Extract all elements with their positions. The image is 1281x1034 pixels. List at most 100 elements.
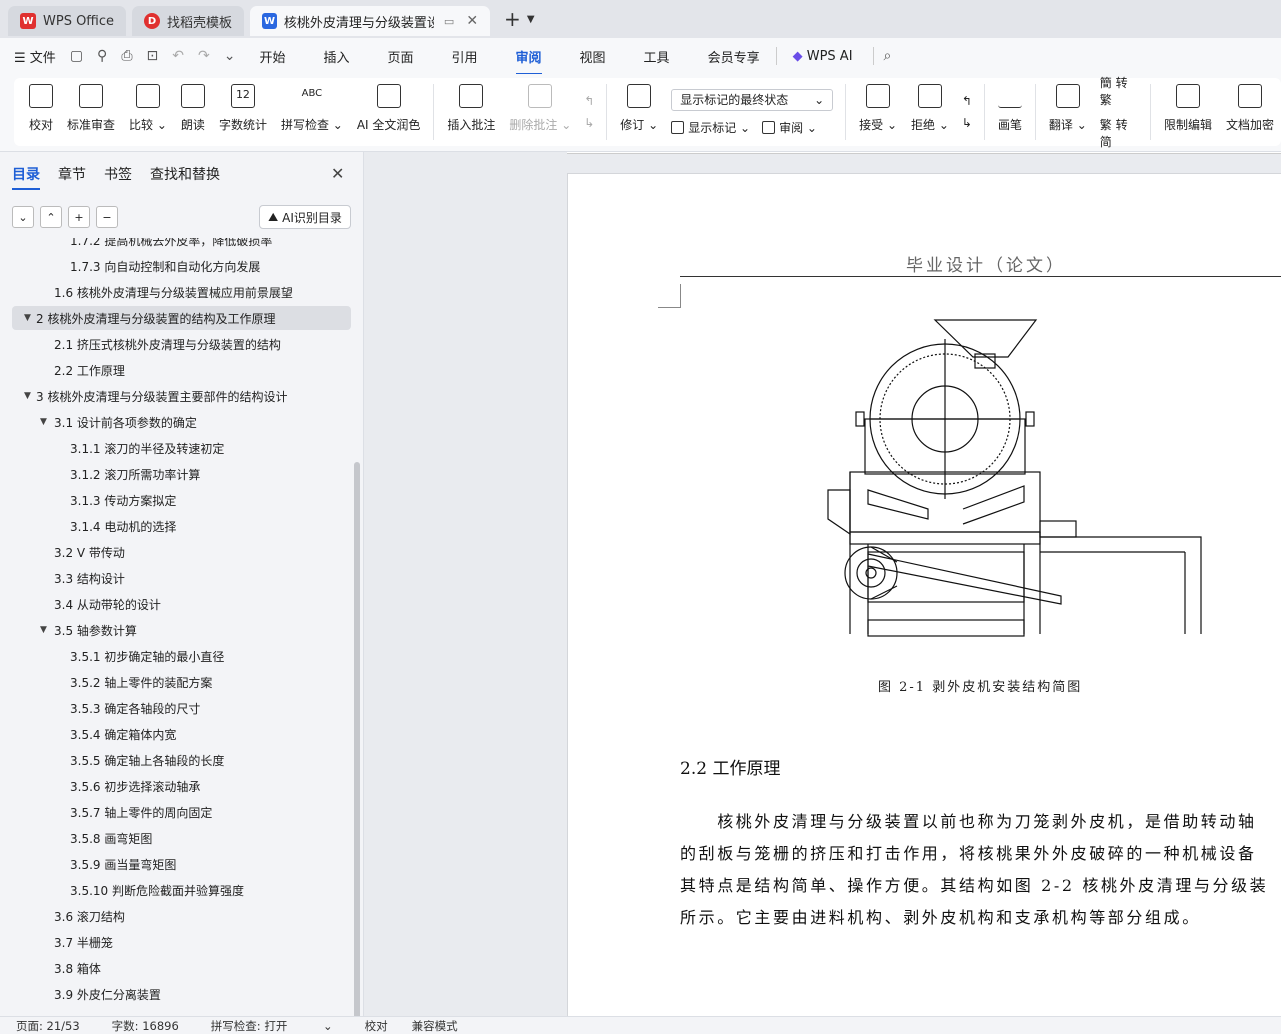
spell-check-status[interactable]: 拼写检查: 打开 ⌄ bbox=[211, 1018, 333, 1034]
tab-document[interactable]: W 核桃外皮清理与分级装置设计 ▭ ✕ bbox=[250, 6, 491, 36]
search-icon[interactable]: ⌕ bbox=[884, 48, 892, 64]
print-preview-icon[interactable]: ⊡ bbox=[147, 48, 159, 64]
toc-item[interactable]: 3.5.10 判断危险截面并验算强度 bbox=[12, 878, 351, 902]
compare-button[interactable]: 比较 ⌄ bbox=[122, 78, 174, 146]
menu-page[interactable]: 页面 bbox=[387, 47, 413, 66]
toc-item[interactable]: 3.1.3 传动方案拟定 bbox=[12, 488, 351, 512]
track-changes-button[interactable]: 修订 ⌄ bbox=[613, 78, 665, 146]
menu-member[interactable]: 会员专享 bbox=[708, 47, 760, 66]
toc-item[interactable]: 3.1.4 电动机的选择 bbox=[12, 514, 351, 538]
translate-button[interactable]: 翻译 ⌄ bbox=[1042, 78, 1094, 146]
menu-insert[interactable]: 插入 bbox=[323, 47, 349, 66]
toc-item[interactable]: 3.1.1 滚刀的半径及转速初定 bbox=[12, 436, 351, 460]
toc-item[interactable]: 3.5.4 确定箱体内宽 bbox=[12, 722, 351, 746]
menu-review[interactable]: 审阅 bbox=[515, 47, 542, 75]
standard-review-button[interactable]: 标准审查 bbox=[60, 78, 122, 146]
toc-item[interactable]: 3.1.2 滚刀所需功率计算 bbox=[12, 462, 351, 486]
tab-find-replace[interactable]: 查找和替换 bbox=[150, 164, 220, 190]
monitor-icon[interactable]: ▭ bbox=[444, 15, 454, 28]
new-tab-icon[interactable]: + bbox=[504, 7, 521, 31]
toc-item[interactable]: 3.4 从动带轮的设计 bbox=[12, 592, 351, 616]
toc-item[interactable]: ▼ 3.1 设计前各项参数的确定 bbox=[12, 410, 351, 434]
share-icon[interactable]: ⚲ bbox=[97, 48, 107, 64]
close-panel-icon[interactable]: ✕ bbox=[331, 164, 344, 183]
undo-icon[interactable]: ↶ bbox=[172, 48, 184, 64]
menu-tools[interactable]: 工具 bbox=[644, 47, 670, 66]
accept-button[interactable]: 接受 ⌄ bbox=[852, 78, 904, 146]
toc-item[interactable]: 3.5.3 确定各轴段的尺寸 bbox=[12, 696, 351, 720]
toc-scrollbar[interactable] bbox=[354, 462, 360, 1034]
toc-item[interactable]: 1.7.2 提高机械去外皮率，降低破损率 bbox=[12, 238, 351, 252]
menu-wps-ai[interactable]: ◆ WPS AI bbox=[793, 49, 853, 64]
to-traditional-button[interactable]: 簡 转繁 bbox=[1100, 74, 1138, 108]
menu-reference[interactable]: 引用 bbox=[452, 47, 478, 66]
expand-arrow-icon[interactable]: ▼ bbox=[40, 625, 47, 635]
previous-change-icon[interactable]: ↰ bbox=[962, 94, 972, 108]
toc-item[interactable]: 3.3 结构设计 bbox=[12, 566, 351, 590]
quick-access-more-icon[interactable]: ⌄ bbox=[224, 48, 236, 64]
word-count-button[interactable]: 12 字数统计 bbox=[212, 78, 274, 146]
tab-template[interactable]: D 找稻壳模板 bbox=[132, 6, 245, 36]
toc-item[interactable]: 1.6 核桃外皮清理与分级装置械应用前景展望 bbox=[12, 280, 351, 304]
toc-item[interactable]: ▼ 2 核桃外皮清理与分级装置的结构及工作原理 bbox=[12, 306, 351, 330]
show-markup-button[interactable]: 显示标记 ⌄ bbox=[671, 119, 750, 136]
toc-item[interactable]: 3.5.9 画当量弯矩图 bbox=[12, 852, 351, 876]
toc-item[interactable]: 3.2 V 带传动 bbox=[12, 540, 351, 564]
add-heading-icon[interactable]: + bbox=[68, 206, 90, 228]
proofread-status[interactable]: 校对 bbox=[365, 1018, 388, 1034]
tab-chapters[interactable]: 章节 bbox=[58, 164, 86, 190]
next-comment-icon[interactable]: ↳ bbox=[584, 116, 594, 130]
tab-bookmarks[interactable]: 书签 bbox=[104, 164, 132, 190]
menu-view[interactable]: 视图 bbox=[580, 47, 606, 66]
document-page[interactable]: 毕业设计（论文） 图 2-1 剥外皮机安装结构简图 2.2 工作原理 核桃外皮清… bbox=[567, 173, 1281, 1016]
restrict-edit-button[interactable]: 限制编辑 bbox=[1157, 78, 1219, 146]
word-count[interactable]: 字数: 16896 bbox=[112, 1018, 179, 1034]
expand-arrow-icon[interactable]: ▼ bbox=[24, 313, 31, 323]
insert-comment-button[interactable]: 插入批注 bbox=[440, 78, 502, 146]
toc-item[interactable]: 2.2 工作原理 bbox=[12, 358, 351, 382]
redo-icon[interactable]: ↷ bbox=[198, 48, 210, 64]
toc-item[interactable]: ▼ 3.5 轴参数计算 bbox=[12, 618, 351, 642]
pen-button[interactable]: 画笔 bbox=[991, 78, 1029, 146]
toc-item[interactable]: 3.5.8 画弯矩图 bbox=[12, 826, 351, 850]
toc-item[interactable]: 3.8 箱体 bbox=[12, 956, 351, 980]
spell-check-button[interactable]: ABC 拼写检查 ⌄ bbox=[274, 78, 350, 146]
toc-item[interactable]: 3.5.1 初步确定轴的最小直径 bbox=[12, 644, 351, 668]
print-icon[interactable]: ⎙ bbox=[121, 48, 132, 64]
toc-item[interactable]: 3.9 外皮仁分离装置 bbox=[12, 982, 351, 1006]
delete-comment-button[interactable]: 删除批注 ⌄ bbox=[502, 78, 578, 146]
toc-item[interactable]: 1.7.3 向自动控制和自动化方向发展 bbox=[12, 254, 351, 278]
tab-wps-office[interactable]: W WPS Office bbox=[8, 6, 127, 36]
tab-toc[interactable]: 目录 bbox=[12, 164, 40, 190]
reject-button[interactable]: 拒绝 ⌄ bbox=[904, 78, 956, 146]
ai-toc-button[interactable]: ⛰ AI识别目录 bbox=[259, 205, 351, 229]
save-icon[interactable]: ▢ bbox=[70, 48, 83, 64]
chevron-down-icon[interactable]: ▼ bbox=[527, 14, 535, 25]
toc-item[interactable]: 3.5.6 初步选择滚动轴承 bbox=[12, 774, 351, 798]
file-menu[interactable]: ☰ 文件 bbox=[14, 47, 56, 66]
previous-comment-icon[interactable]: ↰ bbox=[584, 94, 594, 108]
ai-polish-button[interactable]: AI 全文润色 bbox=[350, 78, 428, 146]
toc-item[interactable]: 2.1 挤压式核桃外皮清理与分级装置的结构 bbox=[12, 332, 351, 356]
toc-item[interactable]: 3.5.7 轴上零件的周向固定 bbox=[12, 800, 351, 824]
to-simplified-button[interactable]: 繁 转简 bbox=[1100, 116, 1138, 150]
proofread-button[interactable]: 校对 bbox=[22, 78, 60, 146]
expand-arrow-icon[interactable]: ▼ bbox=[24, 391, 31, 401]
markup-state-select[interactable]: 显示标记的最终状态 ⌄ bbox=[671, 88, 834, 111]
expand-icon[interactable]: ⌃ bbox=[40, 206, 62, 228]
read-aloud-button[interactable]: 朗读 bbox=[174, 78, 212, 146]
doc-encrypt-button[interactable]: 文档加密 bbox=[1219, 78, 1281, 146]
review-pane-button[interactable]: 审阅 ⌄ bbox=[762, 119, 817, 136]
toc-item[interactable]: ▼ 3 核桃外皮清理与分级装置主要部件的结构设计 bbox=[12, 384, 351, 408]
expand-arrow-icon[interactable]: ▼ bbox=[40, 417, 47, 427]
page-indicator[interactable]: 页面: 21/53 bbox=[16, 1018, 80, 1034]
toc-item[interactable]: 3.7 半栅笼 bbox=[12, 930, 351, 954]
close-icon[interactable]: ✕ bbox=[466, 13, 478, 29]
toc-item[interactable]: 3.5.5 确定轴上各轴段的长度 bbox=[12, 748, 351, 772]
menu-start[interactable]: 开始 bbox=[259, 47, 285, 66]
toc-item[interactable]: 3.6 滚刀结构 bbox=[12, 904, 351, 928]
toc-item[interactable]: 3.5.2 轴上零件的装配方案 bbox=[12, 670, 351, 694]
collapse-icon[interactable]: ⌄ bbox=[12, 206, 34, 228]
remove-heading-icon[interactable]: − bbox=[96, 206, 118, 228]
next-change-icon[interactable]: ↳ bbox=[962, 116, 972, 130]
